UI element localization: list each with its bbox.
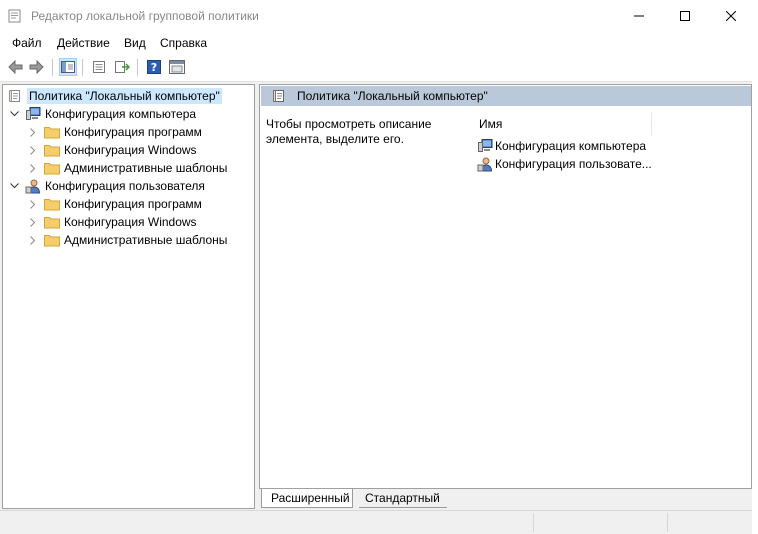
tab-standard[interactable]: Стандартный — [359, 489, 447, 508]
maximize-icon — [680, 11, 690, 21]
tree-item-label: Конфигурация компьютера — [45, 107, 197, 121]
tree-item-label: Административные шаблоны — [64, 233, 228, 247]
minimize-button[interactable] — [616, 0, 662, 32]
app-window: Редактор локальной групповой политики Фа… — [0, 0, 753, 534]
export-list-button[interactable] — [113, 58, 131, 76]
properties-icon — [93, 61, 105, 73]
back-icon — [8, 60, 23, 74]
policy-document-icon — [7, 88, 23, 104]
forward-icon — [29, 60, 44, 74]
title-bar: Редактор локальной групповой политики — [0, 0, 752, 32]
menu-bar: Файл Действие Вид Справка — [0, 32, 752, 54]
policy-editor-icon — [8, 9, 22, 23]
menu-action[interactable]: Действие — [57, 36, 110, 50]
details-header-title: Политика "Локальный компьютер" — [297, 89, 488, 103]
status-divider — [667, 513, 668, 532]
toolbar-separator — [52, 59, 53, 76]
folder-icon — [44, 142, 60, 158]
policy-document-icon — [271, 88, 287, 104]
tree-item-user-config[interactable]: Конфигурация пользователя — [9, 177, 205, 195]
user-icon — [25, 178, 41, 194]
column-header-name[interactable]: Имя — [472, 113, 652, 135]
details-description: Чтобы просмотреть описание элемента, выд… — [266, 117, 432, 146]
maximize-button[interactable] — [662, 0, 708, 32]
folder-icon — [44, 124, 60, 140]
column-header-label: Имя — [479, 117, 503, 131]
window-title: Редактор локальной групповой политики — [31, 9, 259, 23]
tab-label: Расширенный — [271, 491, 350, 505]
properties-button[interactable] — [90, 58, 108, 76]
computer-icon — [477, 138, 493, 154]
tree-item-user-software[interactable]: Конфигурация программ — [28, 195, 202, 213]
details-header: Политика "Локальный компьютер" — [261, 86, 751, 106]
list-item-computer-config[interactable]: Конфигурация компьютера — [477, 137, 646, 155]
list-item-label: Конфигурация пользовате... — [495, 157, 652, 171]
console-icon — [169, 60, 185, 74]
close-icon — [726, 11, 736, 21]
folder-icon — [44, 232, 60, 248]
chevron-right-icon[interactable] — [28, 199, 38, 209]
tree-item-user-windows[interactable]: Конфигурация Windows — [28, 213, 197, 231]
help-icon: ? — [147, 60, 161, 74]
back-button[interactable] — [6, 58, 24, 76]
tree-pane: Политика "Локальный компьютер" Конфигура… — [2, 84, 255, 509]
export-icon — [115, 61, 130, 73]
tree-item-computer-admin-templates[interactable]: Административные шаблоны — [28, 159, 227, 177]
user-icon — [477, 156, 493, 172]
folder-icon — [44, 214, 60, 230]
folder-icon — [44, 160, 60, 176]
chevron-right-icon[interactable] — [28, 163, 38, 173]
chevron-right-icon[interactable] — [28, 235, 38, 245]
view-tabs: Расширенный Стандартный — [259, 489, 752, 509]
list-item-user-config[interactable]: Конфигурация пользовате... — [477, 155, 652, 173]
toolbar-separator — [82, 59, 83, 76]
folder-icon — [44, 196, 60, 212]
tree-item-computer-windows[interactable]: Конфигурация Windows — [28, 141, 197, 159]
computer-icon — [25, 106, 41, 122]
chevron-down-icon[interactable] — [9, 109, 19, 119]
tree-item-label: Политика "Локальный компьютер" — [27, 88, 222, 104]
menu-view[interactable]: Вид — [124, 36, 146, 50]
tree-item-label: Конфигурация программ — [64, 197, 202, 211]
tab-extended[interactable]: Расширенный — [261, 489, 353, 508]
tree-item-label: Конфигурация Windows — [64, 215, 197, 229]
tree-item-label: Конфигурация Windows — [64, 143, 197, 157]
chevron-right-icon[interactable] — [28, 217, 38, 227]
chevron-right-icon[interactable] — [28, 145, 38, 155]
show-hide-tree-icon — [61, 61, 75, 73]
tree-item-computer-software[interactable]: Конфигурация программ — [28, 123, 202, 141]
background-window-edge — [752, 0, 758, 533]
list-item-label: Конфигурация компьютера — [495, 139, 647, 153]
minimize-icon — [634, 15, 644, 17]
menu-file[interactable]: Файл — [12, 36, 42, 50]
tree-item-computer-config[interactable]: Конфигурация компьютера — [9, 105, 196, 123]
close-button[interactable] — [708, 0, 754, 32]
console-button[interactable] — [168, 58, 186, 76]
show-hide-tree-button[interactable] — [59, 58, 77, 76]
tab-label: Стандартный — [365, 491, 440, 505]
menu-help[interactable]: Справка — [160, 36, 207, 50]
toolbar: ? — [0, 54, 752, 82]
help-button[interactable]: ? — [145, 58, 163, 76]
tree-item-root[interactable]: Политика "Локальный компьютер" — [7, 87, 222, 105]
status-divider — [533, 513, 534, 532]
forward-button[interactable] — [28, 58, 46, 76]
tree-item-label: Конфигурация программ — [64, 125, 202, 139]
svg-text:?: ? — [151, 61, 157, 74]
tree-item-user-admin-templates[interactable]: Административные шаблоны — [28, 231, 227, 249]
details-pane: Политика "Локальный компьютер" Чтобы про… — [259, 84, 752, 489]
tree-item-label: Административные шаблоны — [64, 161, 228, 175]
chevron-right-icon[interactable] — [28, 127, 38, 137]
chevron-down-icon[interactable] — [9, 181, 19, 191]
toolbar-separator — [137, 59, 138, 76]
status-bar — [0, 510, 752, 534]
tree-item-label: Конфигурация пользователя — [45, 179, 205, 193]
